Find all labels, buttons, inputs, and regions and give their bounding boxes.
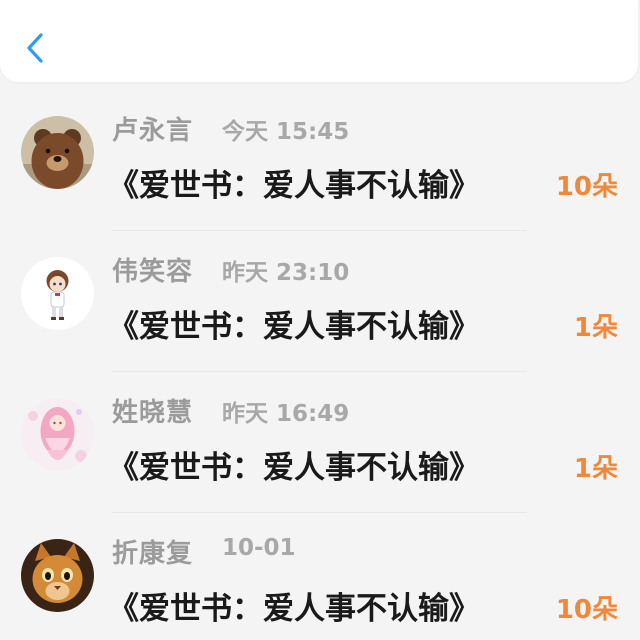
sender-name: 折康复 — [112, 539, 194, 569]
timestamp: 昨天 23:10 — [222, 260, 350, 286]
list-item[interactable]: 伟笑容 昨天 23:10 《爱世书：爱人事不认输》 1朵 — [0, 231, 640, 372]
book-title[interactable]: 《爱世书：爱人事不认输》 — [108, 160, 480, 205]
list-item[interactable]: 卢永言 今天 15:45 《爱世书：爱人事不认输》 10朵 — [0, 90, 640, 231]
book-title[interactable]: 《爱世书：爱人事不认输》 — [108, 442, 480, 487]
pink-girl-avatar-icon — [21, 398, 94, 471]
gift-list-page: 卢永言 今天 15:45 《爱世书：爱人事不认输》 10朵 伟笑容 昨天 23:… — [0, 0, 640, 640]
flower-count: 1朵 — [573, 313, 618, 343]
chibi-boy-avatar-icon — [21, 257, 94, 330]
flower-count: 10朵 — [555, 595, 618, 625]
sender-name: 伟笑容 — [112, 257, 194, 287]
avatar[interactable] — [21, 539, 94, 612]
timestamp: 今天 15:45 — [222, 119, 350, 145]
chevron-left-icon — [27, 33, 43, 63]
book-title[interactable]: 《爱世书：爱人事不认输》 — [108, 301, 480, 346]
flower-count: 1朵 — [573, 454, 618, 484]
top-bar — [0, 0, 638, 82]
gift-record-list: 卢永言 今天 15:45 《爱世书：爱人事不认输》 10朵 伟笑容 昨天 23:… — [0, 90, 640, 640]
flower-count: 10朵 — [555, 172, 618, 202]
timestamp: 10-01 — [222, 535, 296, 561]
bear-avatar-icon — [21, 116, 94, 189]
back-button[interactable] — [18, 28, 52, 68]
timestamp: 昨天 16:49 — [222, 401, 350, 427]
avatar[interactable] — [21, 257, 94, 330]
sender-name: 卢永言 — [112, 116, 194, 146]
sender-name: 姓晓慧 — [112, 398, 194, 428]
list-item[interactable]: 姓晓慧 昨天 16:49 《爱世书：爱人事不认输》 1朵 — [0, 372, 640, 513]
avatar[interactable] — [21, 116, 94, 189]
avatar[interactable] — [21, 398, 94, 471]
list-item[interactable]: 折康复 10-01 《爱世书：爱人事不认输》 10朵 — [0, 513, 640, 640]
book-title[interactable]: 《爱世书：爱人事不认输》 — [108, 583, 480, 628]
cat-avatar-icon — [21, 539, 94, 612]
